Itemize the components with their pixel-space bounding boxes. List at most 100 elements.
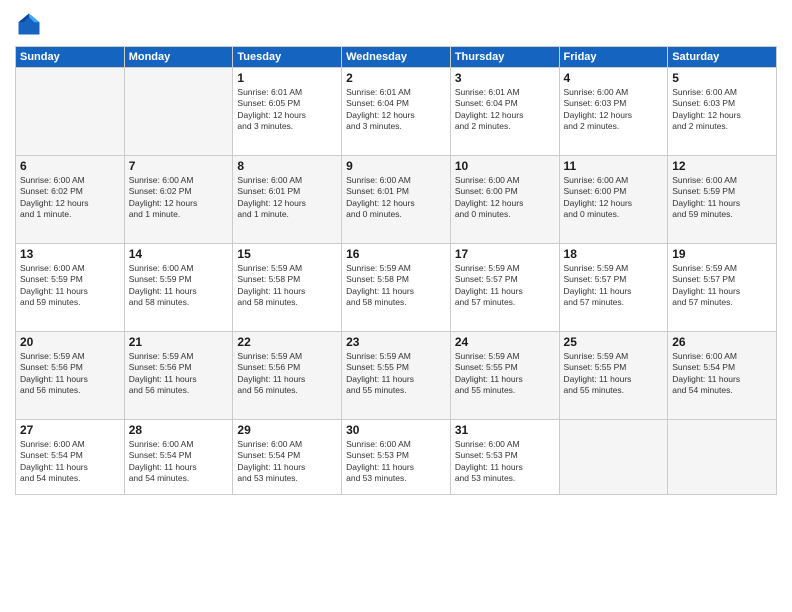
day-cell: 16Sunrise: 5:59 AMSunset: 5:58 PMDayligh… xyxy=(342,244,451,332)
day-cell: 6 Sunrise: 6:00 AMSunset: 6:02 PMDaylight… xyxy=(16,156,125,244)
day-number: 1 xyxy=(237,71,337,85)
day-cell: 23 Sunrise: 5:59 AMSunset: 5:55 PMDayligh… xyxy=(342,332,451,420)
day-info: Sunrise: 5:59 AMSunset: 5:55 PMDaylight:… xyxy=(455,351,555,397)
day-cell: 13 Sunrise: 6:00 AMSunset: 5:59 PMDayligh… xyxy=(16,244,125,332)
day-number: 5 xyxy=(672,71,772,85)
day-number: 10 xyxy=(455,159,555,173)
logo xyxy=(15,10,47,38)
day-cell: 29 Sunrise: 6:00 AMSunset: 5:54 PMDayligh… xyxy=(233,420,342,495)
day-info: Sunrise: 6:01 AMSunset: 6:04 PMDaylight:… xyxy=(346,87,446,133)
day-number: 26 xyxy=(672,335,772,349)
week-row-2: 6 Sunrise: 6:00 AMSunset: 6:02 PMDaylight… xyxy=(16,156,777,244)
day-number: 22 xyxy=(237,335,337,349)
day-info: Sunrise: 6:00 AMSunset: 5:59 PMDaylight:… xyxy=(129,263,229,309)
day-info: Sunrise: 6:00 AMSunset: 6:00 PMDaylight:… xyxy=(455,175,555,221)
day-cell: 12 Sunrise: 6:00 AMSunset: 5:59 PMDayligh… xyxy=(668,156,777,244)
day-info: Sunrise: 6:00 AMSunset: 5:59 PMDaylight:… xyxy=(20,263,120,309)
day-info: Sunrise: 5:59 AMSunset: 5:57 PMDaylight:… xyxy=(455,263,555,309)
day-cell: 20 Sunrise: 5:59 AMSunset: 5:56 PMDayligh… xyxy=(16,332,125,420)
weekday-header-sunday: Sunday xyxy=(16,47,125,68)
day-info: Sunrise: 5:59 AMSunset: 5:58 PMDaylight:… xyxy=(237,263,337,309)
day-info: Sunrise: 5:59 AMSunset: 5:55 PMDaylight:… xyxy=(564,351,664,397)
day-info: Sunrise: 6:00 AMSunset: 6:03 PMDaylight:… xyxy=(564,87,664,133)
day-number: 9 xyxy=(346,159,446,173)
weekday-header-tuesday: Tuesday xyxy=(233,47,342,68)
day-cell: 1 Sunrise: 6:01 AMSunset: 6:05 PMDaylight… xyxy=(233,68,342,156)
day-number: 13 xyxy=(20,247,120,261)
day-cell xyxy=(124,68,233,156)
day-cell: 25 Sunrise: 5:59 AMSunset: 5:55 PMDayligh… xyxy=(559,332,668,420)
day-info: Sunrise: 6:00 AMSunset: 5:54 PMDaylight:… xyxy=(20,439,120,485)
weekday-header-friday: Friday xyxy=(559,47,668,68)
day-cell: 27 Sunrise: 6:00 AMSunset: 5:54 PMDayligh… xyxy=(16,420,125,495)
day-number: 28 xyxy=(129,423,229,437)
day-number: 7 xyxy=(129,159,229,173)
day-info: Sunrise: 6:00 AMSunset: 5:54 PMDaylight:… xyxy=(237,439,337,485)
day-number: 12 xyxy=(672,159,772,173)
day-number: 2 xyxy=(346,71,446,85)
week-row-4: 20 Sunrise: 5:59 AMSunset: 5:56 PMDayligh… xyxy=(16,332,777,420)
day-number: 11 xyxy=(564,159,664,173)
day-cell: 8Sunrise: 6:00 AMSunset: 6:01 PMDaylight… xyxy=(233,156,342,244)
logo-icon xyxy=(15,10,43,38)
weekday-header-row: SundayMondayTuesdayWednesdayThursdayFrid… xyxy=(16,47,777,68)
day-info: Sunrise: 5:59 AMSunset: 5:56 PMDaylight:… xyxy=(20,351,120,397)
day-cell: 10 Sunrise: 6:00 AMSunset: 6:00 PMDayligh… xyxy=(450,156,559,244)
weekday-header-saturday: Saturday xyxy=(668,47,777,68)
weekday-header-thursday: Thursday xyxy=(450,47,559,68)
day-info: Sunrise: 5:59 AMSunset: 5:57 PMDaylight:… xyxy=(564,263,664,309)
header xyxy=(15,10,777,38)
day-cell xyxy=(16,68,125,156)
day-cell xyxy=(668,420,777,495)
day-cell: 14Sunrise: 6:00 AMSunset: 5:59 PMDayligh… xyxy=(124,244,233,332)
day-cell: 9 Sunrise: 6:00 AMSunset: 6:01 PMDaylight… xyxy=(342,156,451,244)
week-row-1: 1 Sunrise: 6:01 AMSunset: 6:05 PMDaylight… xyxy=(16,68,777,156)
day-cell: 3 Sunrise: 6:01 AMSunset: 6:04 PMDaylight… xyxy=(450,68,559,156)
day-number: 19 xyxy=(672,247,772,261)
day-cell: 24Sunrise: 5:59 AMSunset: 5:55 PMDayligh… xyxy=(450,332,559,420)
day-info: Sunrise: 6:01 AMSunset: 6:04 PMDaylight:… xyxy=(455,87,555,133)
week-row-5: 27 Sunrise: 6:00 AMSunset: 5:54 PMDayligh… xyxy=(16,420,777,495)
day-cell: 26 Sunrise: 6:00 AMSunset: 5:54 PMDayligh… xyxy=(668,332,777,420)
day-info: Sunrise: 6:00 AMSunset: 5:53 PMDaylight:… xyxy=(346,439,446,485)
day-number: 16 xyxy=(346,247,446,261)
day-number: 4 xyxy=(564,71,664,85)
day-info: Sunrise: 5:59 AMSunset: 5:56 PMDaylight:… xyxy=(237,351,337,397)
day-info: Sunrise: 6:00 AMSunset: 6:02 PMDaylight:… xyxy=(20,175,120,221)
day-number: 31 xyxy=(455,423,555,437)
day-info: Sunrise: 6:01 AMSunset: 6:05 PMDaylight:… xyxy=(237,87,337,133)
day-number: 29 xyxy=(237,423,337,437)
day-number: 20 xyxy=(20,335,120,349)
day-cell: 2 Sunrise: 6:01 AMSunset: 6:04 PMDaylight… xyxy=(342,68,451,156)
day-cell: 5Sunrise: 6:00 AMSunset: 6:03 PMDaylight… xyxy=(668,68,777,156)
day-info: Sunrise: 6:00 AMSunset: 6:01 PMDaylight:… xyxy=(346,175,446,221)
day-cell: 30 Sunrise: 6:00 AMSunset: 5:53 PMDayligh… xyxy=(342,420,451,495)
weekday-header-monday: Monday xyxy=(124,47,233,68)
day-number: 3 xyxy=(455,71,555,85)
day-cell: 11 Sunrise: 6:00 AMSunset: 6:00 PMDayligh… xyxy=(559,156,668,244)
weekday-header-wednesday: Wednesday xyxy=(342,47,451,68)
day-info: Sunrise: 6:00 AMSunset: 5:54 PMDaylight:… xyxy=(129,439,229,485)
day-cell: 19Sunrise: 5:59 AMSunset: 5:57 PMDayligh… xyxy=(668,244,777,332)
day-cell: 7 Sunrise: 6:00 AMSunset: 6:02 PMDaylight… xyxy=(124,156,233,244)
day-info: Sunrise: 6:00 AMSunset: 6:00 PMDaylight:… xyxy=(564,175,664,221)
day-info: Sunrise: 6:00 AMSunset: 6:02 PMDaylight:… xyxy=(129,175,229,221)
day-info: Sunrise: 5:59 AMSunset: 5:55 PMDaylight:… xyxy=(346,351,446,397)
day-cell: 31 Sunrise: 6:00 AMSunset: 5:53 PMDayligh… xyxy=(450,420,559,495)
day-number: 17 xyxy=(455,247,555,261)
day-number: 6 xyxy=(20,159,120,173)
day-info: Sunrise: 6:00 AMSunset: 5:54 PMDaylight:… xyxy=(672,351,772,397)
day-number: 25 xyxy=(564,335,664,349)
day-info: Sunrise: 5:59 AMSunset: 5:56 PMDaylight:… xyxy=(129,351,229,397)
day-cell: 28 Sunrise: 6:00 AMSunset: 5:54 PMDayligh… xyxy=(124,420,233,495)
day-number: 23 xyxy=(346,335,446,349)
day-number: 8 xyxy=(237,159,337,173)
day-number: 30 xyxy=(346,423,446,437)
page-container: SundayMondayTuesdayWednesdayThursdayFrid… xyxy=(0,0,792,500)
day-info: Sunrise: 6:00 AMSunset: 5:59 PMDaylight:… xyxy=(672,175,772,221)
day-info: Sunrise: 6:00 AMSunset: 5:53 PMDaylight:… xyxy=(455,439,555,485)
day-cell: 15Sunrise: 5:59 AMSunset: 5:58 PMDayligh… xyxy=(233,244,342,332)
day-number: 18 xyxy=(564,247,664,261)
week-row-3: 13 Sunrise: 6:00 AMSunset: 5:59 PMDayligh… xyxy=(16,244,777,332)
day-number: 27 xyxy=(20,423,120,437)
